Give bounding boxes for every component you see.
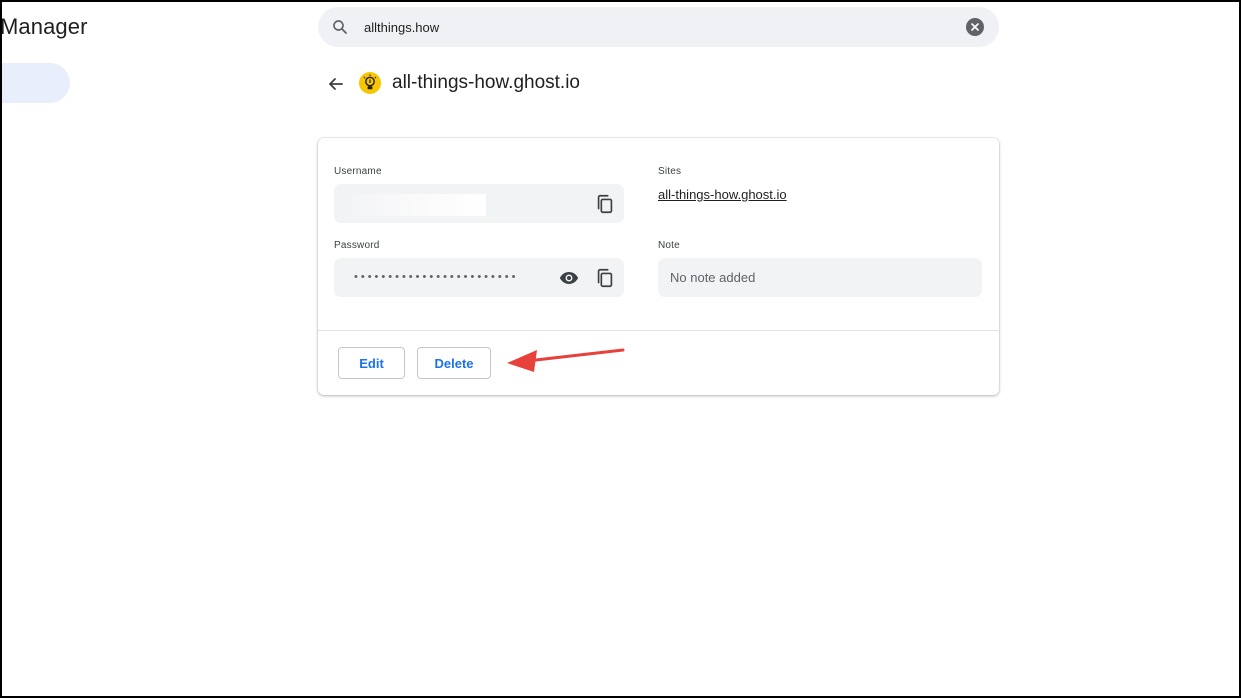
site-link[interactable]: all-things-how.ghost.io bbox=[658, 187, 787, 202]
edit-button[interactable]: Edit bbox=[338, 347, 405, 379]
search-input[interactable] bbox=[364, 17, 944, 37]
note-field[interactable]: No note added bbox=[658, 258, 982, 297]
sites-label: Sites bbox=[658, 166, 682, 177]
search-icon bbox=[333, 20, 347, 34]
search-bar[interactable] bbox=[318, 7, 999, 47]
username-label: Username bbox=[334, 166, 382, 177]
delete-button[interactable]: Delete bbox=[417, 347, 491, 379]
username-field[interactable] bbox=[334, 184, 624, 223]
username-value-redacted bbox=[352, 194, 486, 216]
page-title: all-things-how.ghost.io bbox=[392, 72, 580, 93]
password-field[interactable]: •••••••••••••••••••••••• bbox=[334, 258, 624, 297]
app-title: Manager bbox=[0, 14, 88, 39]
copy-icon[interactable] bbox=[594, 193, 616, 215]
annotation-arrow-icon bbox=[507, 348, 625, 372]
password-detail-card: Username Password ••••••••••••••••••••••… bbox=[318, 138, 999, 395]
back-arrow-icon[interactable] bbox=[326, 74, 346, 94]
note-label: Note bbox=[658, 240, 680, 251]
clear-icon[interactable] bbox=[966, 18, 984, 36]
note-placeholder: No note added bbox=[670, 270, 756, 285]
divider bbox=[318, 330, 999, 331]
sidebar-item-active[interactable] bbox=[0, 63, 70, 103]
password-mask: •••••••••••••••••••••••• bbox=[354, 271, 519, 283]
eye-icon[interactable] bbox=[558, 267, 580, 289]
site-logo-icon bbox=[359, 72, 381, 94]
password-label: Password bbox=[334, 240, 380, 251]
copy-icon[interactable] bbox=[594, 267, 616, 289]
